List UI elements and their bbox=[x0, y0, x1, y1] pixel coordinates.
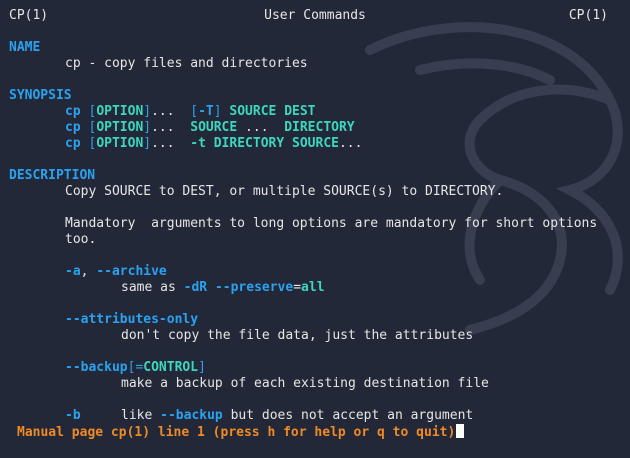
description-p2-line1: Mandatory arguments to long options are … bbox=[65, 216, 598, 231]
synopsis-line-2: cp [OPTION]... SOURCE ... DIRECTORY bbox=[65, 120, 355, 135]
description-p1: Copy SOURCE to DEST, or multiple SOURCE(… bbox=[65, 184, 504, 199]
pager-status-line[interactable]: Manual page cp(1) line 1 (press h for he… bbox=[17, 424, 465, 440]
option-attributes-only-desc: don't copy the file data, just the attri… bbox=[121, 328, 474, 343]
option-archive-desc: same as -dR --preserve=all bbox=[121, 280, 325, 295]
synopsis-cmd: cp bbox=[65, 104, 81, 119]
section-name-heading: NAME bbox=[9, 40, 41, 55]
option-attributes-only: --attributes-only bbox=[65, 312, 199, 327]
section-description-heading: DESCRIPTION bbox=[9, 168, 96, 183]
name-text: cp - copy files and directories bbox=[65, 56, 308, 71]
kali-dragon-watermark bbox=[365, 22, 623, 335]
terminal-window[interactable]: CP(1) User Commands CP(1) NAME cp - copy… bbox=[0, 0, 630, 458]
pager-status-text: Manual page cp(1) line 1 (press h for he… bbox=[17, 425, 456, 440]
option-backup: --backup[=CONTROL] bbox=[65, 360, 206, 375]
option-archive: -a, --archive bbox=[65, 264, 167, 279]
option-backup-desc: make a backup of each existing destinati… bbox=[121, 376, 489, 391]
option-b-desc: like --backup but does not accept an arg… bbox=[121, 408, 474, 423]
header-center: User Commands bbox=[264, 8, 366, 23]
synopsis-line-3: cp [OPTION]... -t DIRECTORY SOURCE... bbox=[65, 136, 363, 151]
synopsis-line-1: cp [OPTION]... [-T] SOURCE DEST bbox=[65, 104, 316, 119]
header-right: CP(1) bbox=[568, 8, 608, 23]
option-b: -b bbox=[65, 408, 81, 423]
text-cursor bbox=[456, 424, 465, 438]
section-synopsis-heading: SYNOPSIS bbox=[9, 88, 72, 103]
description-p2-line2: too. bbox=[65, 232, 97, 247]
